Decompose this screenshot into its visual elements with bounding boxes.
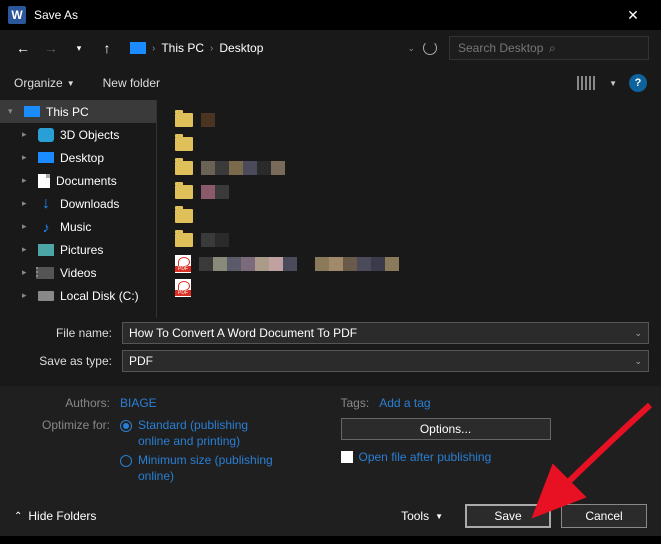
desktop-icon xyxy=(38,152,54,163)
chevron-down-icon[interactable]: ⌄ xyxy=(407,43,415,54)
title-bar: W Save As ✕ xyxy=(0,0,661,30)
view-options-button[interactable] xyxy=(577,76,597,90)
list-item[interactable] xyxy=(175,108,643,132)
tree-item-desktop[interactable]: ▸ Desktop xyxy=(0,146,156,169)
tree-item-thispc[interactable]: ▾ This PC xyxy=(0,100,156,123)
disk-icon xyxy=(38,291,54,301)
radio-standard[interactable] xyxy=(120,420,132,432)
music-icon: ♪ xyxy=(38,220,54,234)
folder-icon xyxy=(175,185,193,199)
search-input[interactable]: Search Desktop ⌕ xyxy=(449,36,649,60)
nav-bar: ← → ▾ ↑ › This PC › Desktop ⌄ Search Des… xyxy=(0,30,661,66)
recent-locations-button[interactable]: ▾ xyxy=(68,37,90,59)
tree-item-music[interactable]: ▸ ♪ Music xyxy=(0,215,156,238)
main-area: ▾ This PC ▸ 3D Objects ▸ Desktop ▸ Docum… xyxy=(0,100,661,318)
tree-item-pictures[interactable]: ▸ Pictures xyxy=(0,238,156,261)
folder-icon xyxy=(175,113,193,127)
cancel-button[interactable]: Cancel xyxy=(561,504,647,528)
open-after-checkbox[interactable] xyxy=(341,451,353,463)
filename-label: File name: xyxy=(12,326,122,340)
chevron-down-icon[interactable]: ⌄ xyxy=(634,328,642,339)
optimize-label: Optimize for: xyxy=(12,418,120,432)
expand-icon[interactable]: ▸ xyxy=(22,290,32,301)
save-button[interactable]: Save xyxy=(465,504,551,528)
search-placeholder: Search Desktop xyxy=(458,41,549,55)
address-bar[interactable]: › This PC › Desktop ⌄ xyxy=(124,36,443,60)
list-item[interactable] xyxy=(175,180,643,204)
pdf-icon xyxy=(175,255,191,273)
expand-icon[interactable]: ▸ xyxy=(22,198,32,209)
tags-value[interactable]: Add a tag xyxy=(379,396,430,410)
folder-icon xyxy=(175,233,193,247)
filename-input[interactable]: How To Convert A Word Document To PDF ⌄ xyxy=(122,322,649,344)
expand-icon[interactable]: ▸ xyxy=(22,152,32,163)
expand-icon[interactable]: ▸ xyxy=(22,129,32,140)
expand-icon[interactable]: ▸ xyxy=(22,175,32,186)
caret-down-icon[interactable]: ▼ xyxy=(609,79,617,88)
videos-icon xyxy=(38,267,54,279)
forward-button[interactable]: → xyxy=(40,37,62,59)
word-app-icon: W xyxy=(8,6,26,24)
list-item[interactable] xyxy=(175,276,643,300)
savetype-select[interactable]: PDF ⌄ xyxy=(122,350,649,372)
pdf-icon xyxy=(175,279,191,297)
savetype-label: Save as type: xyxy=(12,354,122,368)
pc-icon xyxy=(24,106,40,117)
organize-button[interactable]: Organize ▼ xyxy=(14,76,75,90)
tree-item-videos[interactable]: ▸ Videos xyxy=(0,261,156,284)
expand-icon[interactable]: ▸ xyxy=(22,221,32,232)
caret-down-icon: ▼ xyxy=(67,79,75,88)
new-folder-button[interactable]: New folder xyxy=(103,76,160,90)
expand-icon[interactable]: ▾ xyxy=(8,106,18,117)
list-item[interactable] xyxy=(175,204,643,228)
open-after-label: Open file after publishing xyxy=(359,450,492,464)
up-button[interactable]: ↑ xyxy=(96,37,118,59)
authors-label: Authors: xyxy=(12,396,120,410)
authors-value[interactable]: BIAGE xyxy=(120,396,157,410)
list-item[interactable] xyxy=(175,252,643,276)
metadata-area: Authors: BIAGE Optimize for: Standard (p… xyxy=(0,386,661,496)
back-button[interactable]: ← xyxy=(12,37,34,59)
tree-item-downloads[interactable]: ▸ ↓ Downloads xyxy=(0,192,156,215)
list-item[interactable] xyxy=(175,156,643,180)
chevron-up-icon: ⌃ xyxy=(14,511,22,522)
file-list[interactable] xyxy=(157,100,661,318)
expand-icon[interactable]: ▸ xyxy=(22,244,32,255)
refresh-icon[interactable] xyxy=(423,41,437,55)
download-icon: ↓ xyxy=(38,197,54,211)
folder-icon xyxy=(175,161,193,175)
toolbar: Organize ▼ New folder ▼ ? xyxy=(0,66,661,100)
radio-standard-label: Standard (publishing online and printing… xyxy=(138,418,278,449)
window-title: Save As xyxy=(34,8,613,22)
radio-minimum[interactable] xyxy=(120,455,132,467)
tree-item-documents[interactable]: ▸ Documents xyxy=(0,169,156,192)
options-button[interactable]: Options... xyxy=(341,418,551,440)
folder-icon xyxy=(175,209,193,223)
form-area: File name: How To Convert A Word Documen… xyxy=(0,318,661,386)
help-icon[interactable]: ? xyxy=(629,74,647,92)
list-item[interactable] xyxy=(175,132,643,156)
radio-minimum-label: Minimum size (publishing online) xyxy=(138,453,278,484)
footer: ⌃ Hide Folders Tools ▼ Save Cancel xyxy=(0,496,661,536)
tree-item-localdisk[interactable]: ▸ Local Disk (C:) xyxy=(0,284,156,307)
tools-button[interactable]: Tools ▼ xyxy=(401,509,443,523)
hide-folders-button[interactable]: ⌃ Hide Folders xyxy=(14,509,96,523)
breadcrumb-desktop[interactable]: Desktop xyxy=(213,41,269,55)
tags-label: Tags: xyxy=(341,396,380,410)
folder-icon xyxy=(175,137,193,151)
search-icon[interactable]: ⌕ xyxy=(549,41,640,56)
chevron-down-icon[interactable]: ⌄ xyxy=(634,356,642,367)
expand-icon[interactable]: ▸ xyxy=(22,267,32,278)
document-icon xyxy=(38,174,50,188)
navigation-tree[interactable]: ▾ This PC ▸ 3D Objects ▸ Desktop ▸ Docum… xyxy=(0,100,157,318)
cube-icon xyxy=(38,128,54,142)
list-item[interactable] xyxy=(175,228,643,252)
tree-item-3dobjects[interactable]: ▸ 3D Objects xyxy=(0,123,156,146)
pictures-icon xyxy=(38,244,54,256)
caret-down-icon: ▼ xyxy=(435,512,443,521)
pc-icon xyxy=(130,42,146,54)
breadcrumb-thispc[interactable]: This PC xyxy=(155,41,210,55)
close-button[interactable]: ✕ xyxy=(613,7,653,24)
